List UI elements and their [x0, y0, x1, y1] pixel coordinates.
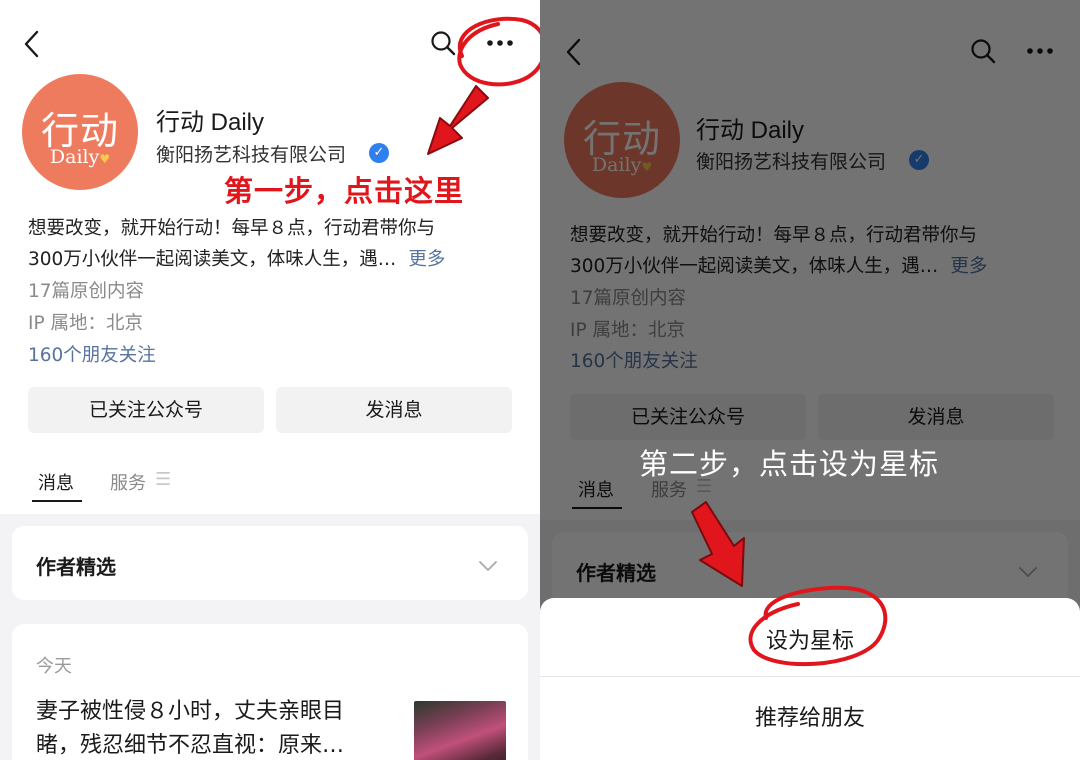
annotation-drawing — [427, 16, 540, 155]
screen-step-1: 行动 Daily♥ 行动 Daily 衡阳扬艺科技有限公司 ✓ 想要改变，就开始… — [0, 0, 540, 760]
annotation-circle — [748, 585, 888, 667]
annotation-circle — [457, 16, 540, 87]
annotation-arrow — [427, 85, 489, 155]
step-1-label: 第一步，点击这里 — [224, 174, 465, 208]
annotation-arrow — [691, 501, 745, 587]
screen-step-2: 行动 Daily♥ 行动 Daily 衡阳扬艺科技有限公司 ✓ 想要改变，就开始… — [540, 0, 1080, 760]
annotation-drawing — [691, 501, 888, 667]
